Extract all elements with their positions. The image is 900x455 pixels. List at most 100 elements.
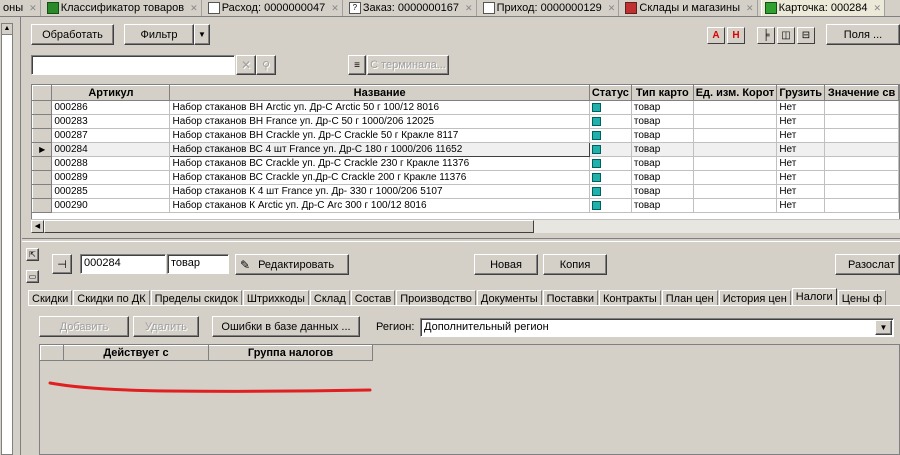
- cell-value[interactable]: [824, 142, 899, 157]
- close-icon[interactable]: ✕: [29, 3, 37, 14]
- cell-unit[interactable]: [693, 184, 778, 199]
- cell-status[interactable]: [589, 156, 632, 171]
- close-icon[interactable]: ✕: [331, 3, 339, 14]
- cell-name[interactable]: Набор стаканов ВН Arctic уп. Др-С Arctic…: [169, 100, 590, 115]
- tab-warehouse[interactable]: Склад: [309, 290, 350, 305]
- scrollbar-thumb[interactable]: [44, 220, 534, 233]
- cell-unit[interactable]: [693, 156, 778, 171]
- row-indicator[interactable]: [32, 184, 53, 199]
- table-row[interactable]: 000286 Набор стаканов ВН Arctic уп. Др-С …: [32, 100, 899, 115]
- table-row[interactable]: 000283 Набор стаканов ВН France уп. Др-С …: [32, 114, 899, 129]
- tab-documents[interactable]: Документы: [476, 290, 542, 305]
- tab-card[interactable]: Карточка: 000284 ✕: [760, 0, 886, 16]
- tab-taxes[interactable]: Налоги: [791, 288, 837, 305]
- cell-value[interactable]: [824, 156, 899, 171]
- post-button[interactable]: Разослат: [835, 254, 900, 275]
- search-input[interactable]: [31, 55, 235, 75]
- search-icon[interactable]: ⚲: [256, 55, 276, 75]
- card-type-field[interactable]: товар: [167, 254, 229, 274]
- from-terminal-button[interactable]: С терминала...: [367, 55, 449, 75]
- cell-status[interactable]: [589, 142, 632, 157]
- sort-a-button[interactable]: A: [707, 27, 725, 44]
- cell-load[interactable]: Нет: [776, 100, 826, 115]
- cell-article[interactable]: 000285: [51, 184, 171, 199]
- cell-unit[interactable]: [693, 100, 778, 115]
- tab-discount-limits[interactable]: Пределы скидок: [150, 290, 242, 305]
- tab-expense[interactable]: Расход: 0000000047 ✕: [205, 0, 343, 16]
- cell-load[interactable]: Нет: [776, 142, 826, 157]
- cell-type[interactable]: товар: [631, 170, 694, 185]
- table-row-selected[interactable]: ▶ 000284 Набор стаканов ВС 4 шт France уп.…: [32, 142, 899, 157]
- close-icon[interactable]: ✕: [190, 3, 198, 14]
- tab-prices[interactable]: Цены ф: [837, 290, 887, 305]
- cell-name[interactable]: Набор стаканов К 4 шт France уп. Др- 330…: [169, 184, 590, 199]
- filter-dropdown-icon[interactable]: ▼: [194, 24, 210, 45]
- row-indicator[interactable]: [32, 100, 53, 115]
- cell-type[interactable]: товар: [631, 100, 694, 115]
- tab-partial[interactable]: оны ✕: [0, 0, 41, 16]
- tab-production[interactable]: Производство: [396, 290, 476, 305]
- cell-article[interactable]: 000283: [51, 114, 171, 129]
- tab-price-plan[interactable]: План цен: [661, 290, 718, 305]
- copy-button[interactable]: Копия: [543, 254, 607, 275]
- column-header-article[interactable]: Артикул: [51, 85, 171, 101]
- table-row[interactable]: 000290 Набор стаканов К Arctic уп. Др-С A…: [32, 198, 899, 213]
- cell-type[interactable]: товар: [631, 198, 694, 213]
- cell-load[interactable]: Нет: [776, 170, 826, 185]
- pin-icon[interactable]: ⊣: [52, 254, 72, 274]
- cell-type[interactable]: товар: [631, 184, 694, 199]
- cell-value[interactable]: [824, 198, 899, 213]
- close-icon[interactable]: ✕: [746, 3, 754, 14]
- cell-name[interactable]: Набор стаканов ВС Crackle уп. Др-С Crack…: [169, 156, 590, 171]
- tab-supplies[interactable]: Поставки: [542, 290, 598, 305]
- tab-income[interactable]: Приход: 0000000129 ✕: [480, 0, 620, 16]
- cell-article[interactable]: 000286: [51, 100, 171, 115]
- table-row[interactable]: 000288 Набор стаканов ВС Crackle уп. Др-С…: [32, 156, 899, 171]
- row-indicator[interactable]: [32, 156, 53, 171]
- tab-contracts[interactable]: Контракты: [598, 290, 661, 305]
- layout-columns-icon[interactable]: ◫: [777, 27, 795, 44]
- cell-article[interactable]: 000289: [51, 170, 171, 185]
- column-header-load[interactable]: Грузить: [776, 85, 826, 101]
- cell-type[interactable]: товар: [631, 114, 694, 129]
- cell-value[interactable]: [824, 100, 899, 115]
- cell-status[interactable]: [589, 100, 632, 115]
- cell-unit[interactable]: [693, 170, 778, 185]
- tab-warehouses[interactable]: Склады и магазины ✕: [622, 0, 758, 16]
- column-header-value[interactable]: Значение св: [824, 85, 899, 101]
- cell-unit[interactable]: [693, 142, 778, 157]
- row-indicator[interactable]: [32, 170, 53, 185]
- pane-splitter[interactable]: [22, 238, 900, 242]
- table-row[interactable]: 000285 Набор стаканов К 4 шт France уп. Д…: [32, 184, 899, 199]
- cell-load[interactable]: Нет: [776, 128, 826, 143]
- process-button[interactable]: Обработать: [31, 24, 114, 45]
- list-icon[interactable]: ≡: [348, 55, 366, 75]
- cell-value[interactable]: [824, 114, 899, 129]
- delete-button[interactable]: Удалить: [133, 316, 199, 337]
- cell-type[interactable]: товар: [631, 156, 694, 171]
- cell-load[interactable]: Нет: [776, 198, 826, 213]
- column-header-card-type[interactable]: Тип карто: [630, 85, 694, 101]
- column-header-status[interactable]: Статус: [588, 85, 632, 101]
- cell-value[interactable]: [824, 128, 899, 143]
- cell-article[interactable]: 000287: [51, 128, 171, 143]
- scroll-up-icon[interactable]: ▲: [1, 23, 13, 35]
- cell-unit[interactable]: [693, 128, 778, 143]
- cell-status[interactable]: [589, 198, 632, 213]
- column-header-valid-from[interactable]: Действует с: [63, 345, 209, 361]
- cell-unit[interactable]: [693, 198, 778, 213]
- cell-value[interactable]: [824, 170, 899, 185]
- collapse-arrow-icon[interactable]: ⇱: [26, 248, 39, 261]
- cell-name[interactable]: Набор стаканов ВН France уп. Др-С 50 г 1…: [169, 114, 590, 129]
- chevron-down-icon[interactable]: ▼: [875, 320, 892, 335]
- cell-name[interactable]: Набор стаканов ВН Crackle уп. Др-С Crack…: [169, 128, 590, 143]
- column-header-name[interactable]: Название: [169, 85, 590, 101]
- tab-discounts[interactable]: Скидки: [28, 290, 73, 305]
- folder-icon[interactable]: ▭: [26, 270, 39, 283]
- cell-status[interactable]: [589, 184, 632, 199]
- row-indicator[interactable]: [32, 198, 53, 213]
- current-row-arrow-icon[interactable]: ▶: [32, 142, 53, 157]
- cell-type[interactable]: товар: [631, 142, 694, 157]
- close-icon[interactable]: ✕: [465, 3, 473, 14]
- tab-discounts-dk[interactable]: Скидки по ДК: [73, 290, 150, 305]
